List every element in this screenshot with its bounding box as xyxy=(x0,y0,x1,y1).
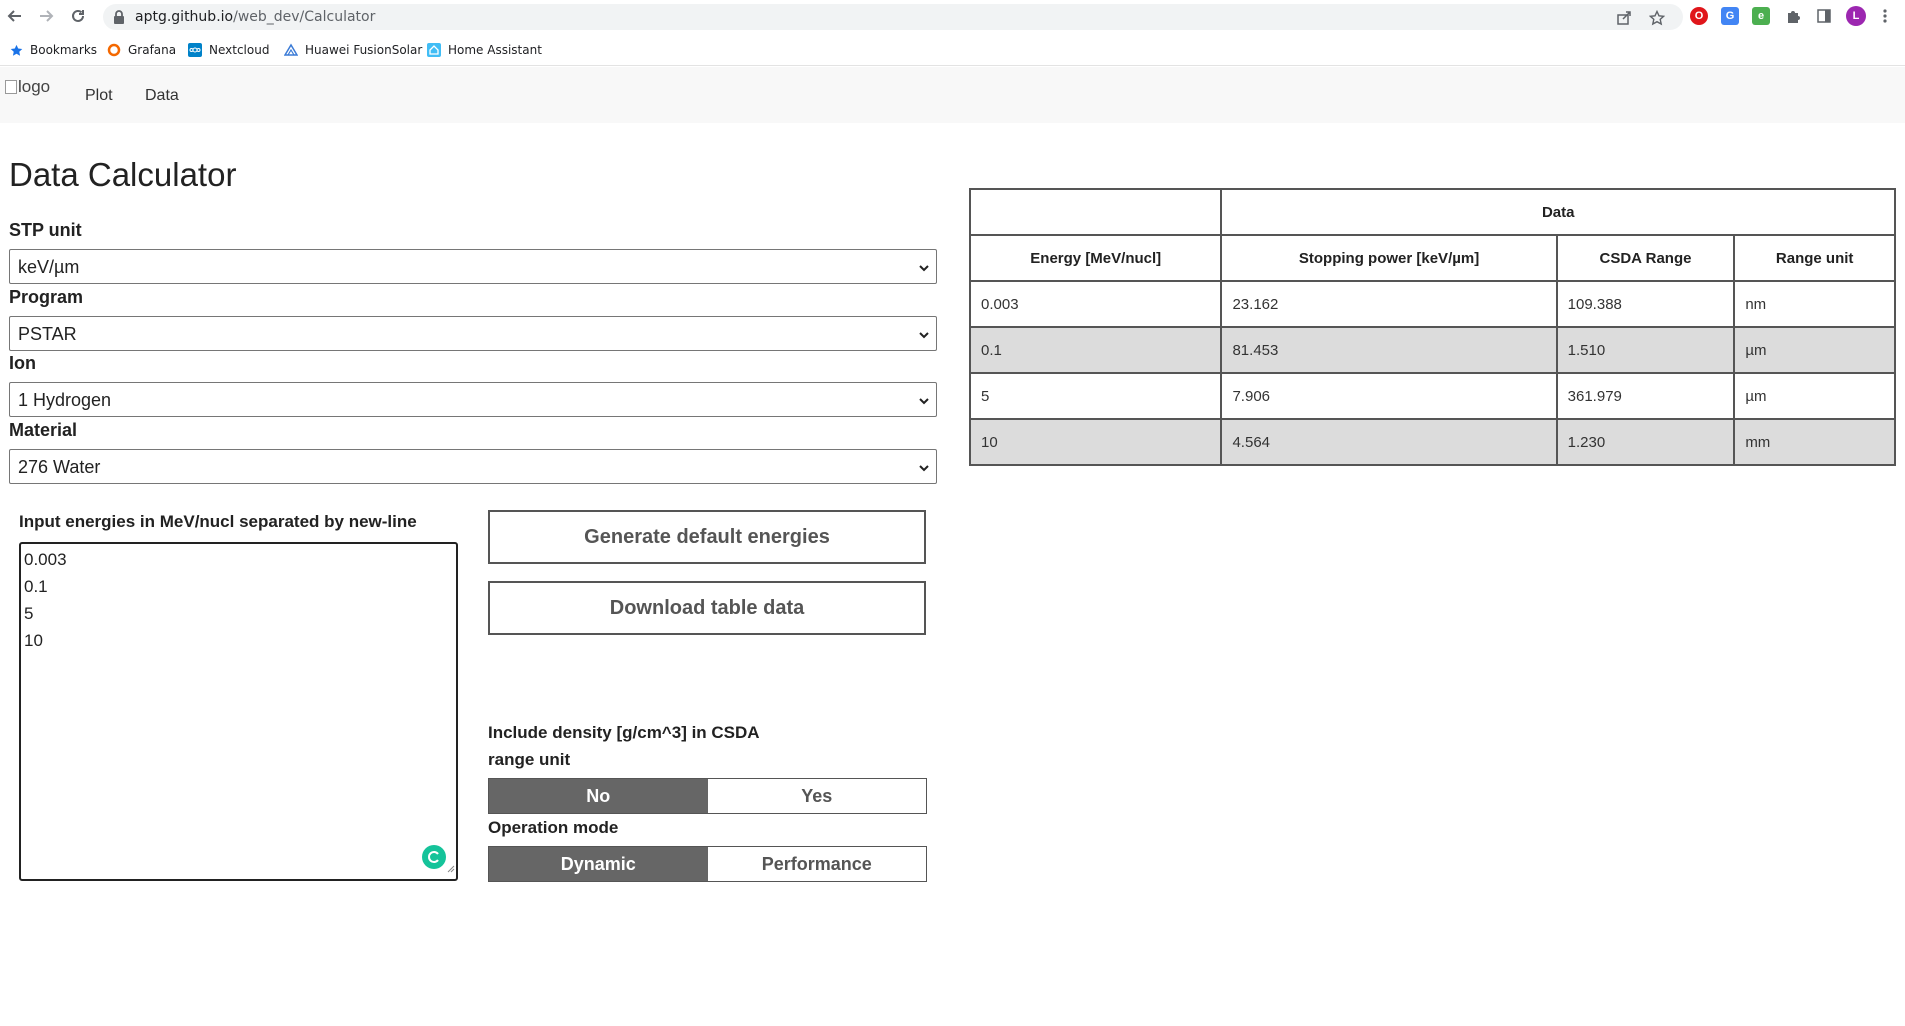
chevron-down-icon xyxy=(918,261,930,279)
download-table-data-button[interactable]: Download table data xyxy=(488,581,926,635)
lock-icon xyxy=(113,10,125,29)
energy-value: 0.003 xyxy=(24,550,67,569)
nav-link-data[interactable]: Data xyxy=(145,87,179,105)
table-cell: 7.906 xyxy=(1220,372,1558,420)
more-menu-icon[interactable] xyxy=(1876,7,1894,25)
column-header: Stopping power [keV/µm] xyxy=(1220,234,1558,282)
bookmark-nextcloud[interactable]: Nextcloud xyxy=(188,41,269,59)
forward-icon[interactable] xyxy=(35,5,57,27)
density-label: Include density [g/cm^3] in CSDA xyxy=(488,723,760,742)
table-cell: 10 xyxy=(968,418,1223,466)
table-cell: 4.564 xyxy=(1220,418,1558,466)
table-cell: 5 xyxy=(968,372,1223,420)
operation-mode-label: Operation mode xyxy=(488,818,619,837)
star-icon xyxy=(9,43,23,57)
table-header-row: Energy [MeV/nucl] Stopping power [keV/µm… xyxy=(968,234,1896,282)
fusionsolar-icon xyxy=(284,43,298,57)
mode-option-performance[interactable]: Performance xyxy=(707,847,926,881)
table-cell: 23.162 xyxy=(1220,280,1558,328)
table-cell: 361.979 xyxy=(1555,372,1736,420)
nav-link-plot[interactable]: Plot xyxy=(85,87,113,105)
translate-extension-icon[interactable]: G xyxy=(1721,7,1739,25)
chevron-down-icon xyxy=(918,394,930,412)
extension-icon[interactable]: e xyxy=(1752,7,1770,25)
back-icon[interactable] xyxy=(4,5,26,27)
page-title: Data Calculator xyxy=(9,156,237,193)
density-option-yes[interactable]: Yes xyxy=(707,779,926,813)
table-corner-cell xyxy=(968,188,1223,236)
bookmark-huawei-fusionsolar[interactable]: Huawei FusionSolar xyxy=(284,41,422,59)
table-row: 0.1 81.453 1.510 µm xyxy=(968,326,1896,374)
url-text: aptg.github.io/web_dev/Calculator xyxy=(135,9,376,25)
app-navbar: logo Plot Data xyxy=(0,67,1905,123)
bookmarks-bar: Bookmarks Grafana Nextcloud Huawei Fusio… xyxy=(0,33,1905,66)
column-header: Energy [MeV/nucl] xyxy=(968,234,1223,282)
generate-default-energies-button[interactable]: Generate default energies xyxy=(488,510,926,564)
ion-label: Ion xyxy=(9,353,36,373)
table-cell: µm xyxy=(1733,372,1896,420)
energy-value: 5 xyxy=(24,604,34,623)
material-select[interactable]: 276 Water xyxy=(9,449,937,484)
energies-label: Input energies in MeV/nucl separated by … xyxy=(19,512,417,531)
browser-toolbar: aptg.github.io/web_dev/Calculator O G e … xyxy=(0,0,1905,33)
chevron-down-icon xyxy=(918,328,930,346)
density-option-no[interactable]: No xyxy=(489,779,708,813)
table-row: 10 4.564 1.230 mm xyxy=(968,418,1896,466)
column-header: CSDA Range xyxy=(1555,234,1736,282)
table-cell: 81.453 xyxy=(1220,326,1558,374)
table-cell: 109.388 xyxy=(1555,280,1736,328)
chevron-down-icon xyxy=(918,461,930,479)
share-icon[interactable] xyxy=(1615,9,1633,27)
column-header: Range unit xyxy=(1733,234,1896,282)
material-label: Material xyxy=(9,420,78,440)
table-cell: 0.1 xyxy=(968,326,1223,374)
side-panel-icon[interactable] xyxy=(1815,7,1833,25)
bookmark-bookmarks[interactable]: Bookmarks xyxy=(9,41,97,59)
density-toggle: No Yes xyxy=(488,778,927,814)
table-row: 0.003 23.162 109.388 nm xyxy=(968,280,1896,328)
profile-avatar[interactable]: L xyxy=(1846,6,1866,26)
program-label: Program xyxy=(9,287,84,307)
bookmark-grafana[interactable]: Grafana xyxy=(107,41,176,59)
program-select[interactable]: PSTAR xyxy=(9,316,937,351)
bookmark-star-icon[interactable] xyxy=(1648,9,1666,27)
energy-value: 0.1 xyxy=(24,577,48,596)
opera-extension-icon[interactable]: O xyxy=(1690,7,1708,25)
reload-icon[interactable] xyxy=(67,5,89,27)
address-bar[interactable]: aptg.github.io/web_dev/Calculator xyxy=(103,4,1683,30)
energies-textarea[interactable]: 0.003 0.1 5 10 xyxy=(19,542,458,881)
results-table: Data Energy [MeV/nucl] Stopping power [k… xyxy=(968,188,1896,466)
table-cell: 1.510 xyxy=(1555,326,1736,374)
grammarly-icon[interactable] xyxy=(422,845,446,869)
operation-mode-toggle: Dynamic Performance xyxy=(488,846,927,882)
grafana-icon xyxy=(107,43,121,57)
table-row: 5 7.906 361.979 µm xyxy=(968,372,1896,420)
puzzle-icon[interactable] xyxy=(1784,7,1802,25)
broken-image-icon xyxy=(5,80,17,94)
ion-select[interactable]: 1 Hydrogen xyxy=(9,382,937,417)
logo[interactable]: logo xyxy=(5,77,50,97)
home-assistant-icon xyxy=(427,43,441,57)
table-cell: nm xyxy=(1733,280,1896,328)
table-group-header: Data xyxy=(1220,188,1896,236)
stp-unit-select[interactable]: keV/µm xyxy=(9,249,937,284)
density-label-line2: range unit xyxy=(488,750,571,769)
table-cell: µm xyxy=(1733,326,1896,374)
mode-option-dynamic[interactable]: Dynamic xyxy=(489,847,708,881)
stp-unit-label: STP unit xyxy=(9,220,82,240)
bookmark-home-assistant[interactable]: Home Assistant xyxy=(427,41,542,59)
table-cell: 1.230 xyxy=(1555,418,1736,466)
energy-value: 10 xyxy=(24,631,43,650)
table-group-header-row: Data xyxy=(968,188,1896,236)
table-cell: mm xyxy=(1733,418,1896,466)
nextcloud-icon xyxy=(188,43,202,57)
resize-handle-icon[interactable] xyxy=(446,860,455,878)
table-cell: 0.003 xyxy=(968,280,1223,328)
